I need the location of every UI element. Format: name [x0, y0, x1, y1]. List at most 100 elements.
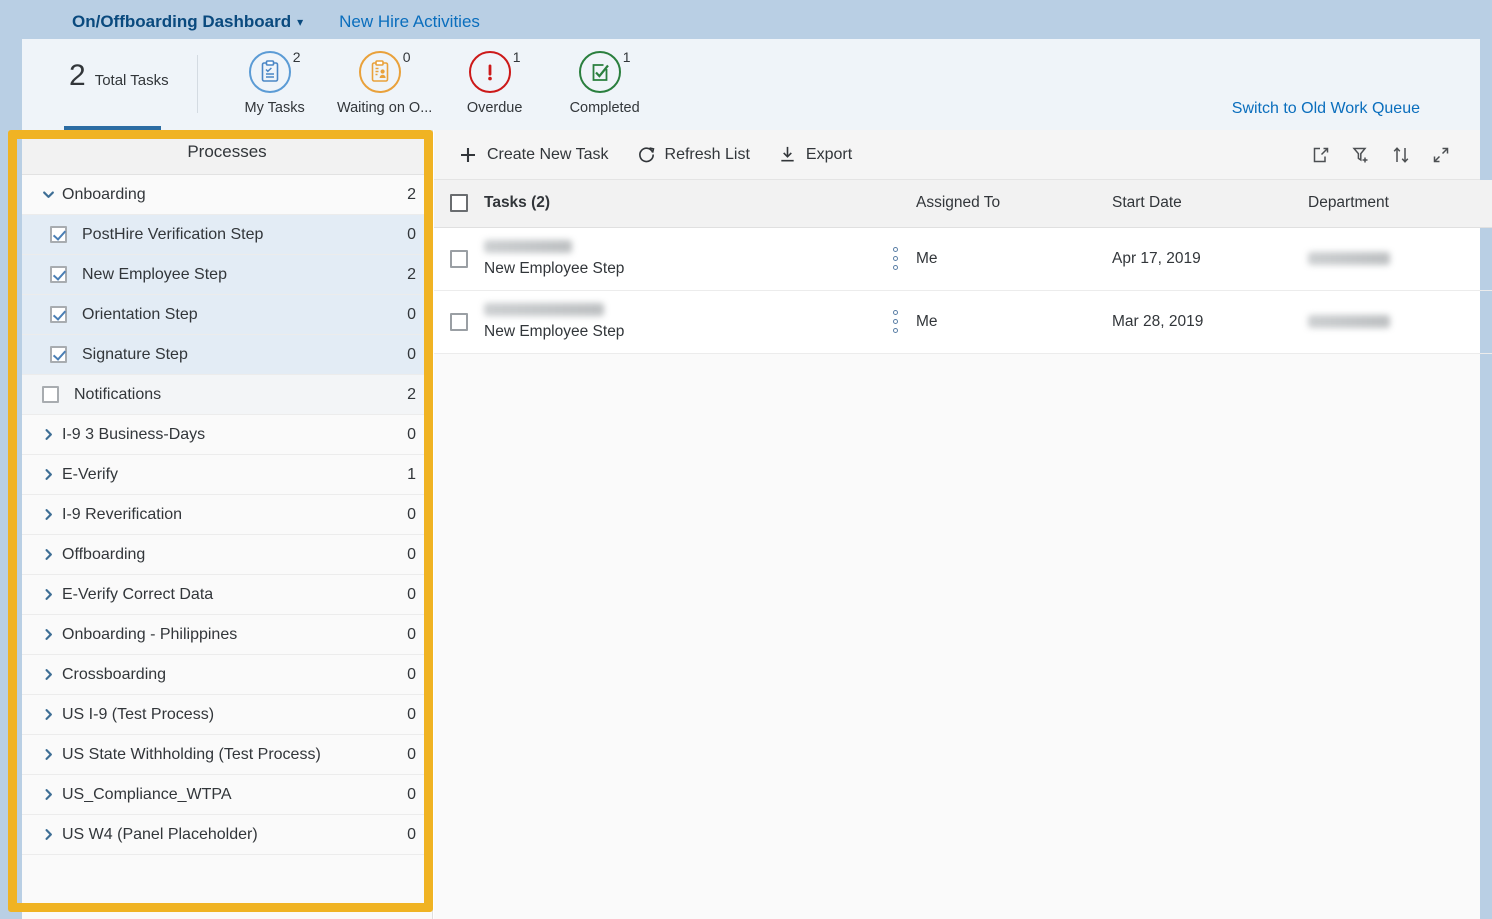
tasks-table-head: Tasks (2) Assigned To Start Date Departm… — [434, 180, 1492, 228]
kpi-overdue[interactable]: 1 Overdue — [440, 39, 550, 116]
row-checkbox[interactable] — [450, 249, 468, 268]
process-label: New Employee Step — [82, 265, 227, 283]
new-hire-activities-link[interactable]: New Hire Activities — [339, 12, 480, 32]
process-checkbox[interactable] — [50, 306, 67, 323]
download-icon — [778, 145, 797, 164]
app-title-menu[interactable]: On/Offboarding Dashboard ▾ — [72, 12, 303, 32]
chevron-right-icon[interactable] — [42, 468, 62, 481]
column-header-start-date[interactable]: Start Date — [1112, 180, 1308, 228]
chevron-right-icon[interactable] — [42, 428, 62, 441]
process-count: 0 — [407, 425, 416, 443]
kpi-completed[interactable]: 1 Completed — [550, 39, 660, 116]
task-cell[interactable]: New Employee Step — [484, 290, 874, 354]
sidebar-scrollbar[interactable] — [426, 130, 432, 919]
process-row-group[interactable]: Offboarding 0 — [22, 535, 432, 575]
process-checkbox[interactable] — [50, 266, 67, 283]
processes-sidebar: Processes Onboarding 2 PostHire Verificati… — [22, 130, 433, 919]
process-count: 2 — [407, 385, 416, 403]
process-row-group[interactable]: Onboarding - Philippines 0 — [22, 615, 432, 655]
process-row-child[interactable]: New Employee Step 2 — [22, 255, 432, 295]
process-row-group[interactable]: E-Verify Correct Data 0 — [22, 575, 432, 615]
row-actions-cell — [874, 227, 916, 291]
clipboard-check-icon — [248, 51, 291, 93]
process-row-child[interactable]: Notifications 2 — [22, 375, 432, 415]
process-count: 2 — [407, 265, 416, 283]
create-new-task-label: Create New Task — [487, 145, 609, 163]
share-icon[interactable] — [1308, 142, 1334, 168]
select-all-checkbox[interactable] — [450, 194, 468, 213]
process-label: I-9 Reverification — [62, 505, 183, 523]
process-row-group[interactable]: E-Verify 1 — [22, 455, 432, 495]
process-label: US I-9 (Test Process) — [62, 705, 215, 723]
process-row-group[interactable]: Onboarding 2 — [22, 175, 432, 215]
column-header-department[interactable]: Department — [1308, 180, 1492, 228]
export-button[interactable]: Export — [764, 138, 866, 172]
column-header-assigned-to[interactable]: Assigned To — [916, 180, 1112, 228]
process-row-group[interactable]: US State Withholding (Test Process) 0 — [22, 735, 432, 775]
switch-to-old-work-queue-link[interactable]: Switch to Old Work Queue — [1232, 4, 1450, 118]
employee-name-redacted — [484, 239, 572, 253]
chevron-right-icon[interactable] — [42, 828, 62, 841]
process-label: Crossboarding — [62, 665, 167, 683]
chevron-down-icon[interactable] — [42, 188, 62, 201]
task-step-label: New Employee Step — [484, 259, 625, 277]
fullscreen-icon[interactable] — [1428, 142, 1454, 168]
process-label: E-Verify — [62, 465, 119, 483]
table-header-row: Tasks (2) Assigned To Start Date Departm… — [434, 180, 1492, 228]
process-count: 0 — [407, 585, 416, 603]
tasks-table: Tasks (2) Assigned To Start Date Departm… — [434, 180, 1492, 354]
process-row-group[interactable]: US_Compliance_WTPA 0 — [22, 775, 432, 815]
kpi-total-tasks[interactable]: 2 Total Tasks — [22, 39, 169, 130]
kpi-header: 2 Total Tasks 2 My Tasks 0 Waiting on O.… — [22, 39, 1480, 130]
create-new-task-button[interactable]: Create New Task — [444, 138, 623, 172]
chevron-down-icon[interactable]: ▾ — [297, 15, 303, 29]
process-row-group[interactable]: I-9 Reverification 0 — [22, 495, 432, 535]
column-header-tasks[interactable]: Tasks (2) — [484, 180, 874, 228]
chevron-right-icon[interactable] — [42, 748, 62, 761]
chevron-right-icon[interactable] — [42, 548, 62, 561]
export-label: Export — [805, 145, 853, 163]
process-row-group[interactable]: US W4 (Panel Placeholder) 0 — [22, 815, 432, 855]
kpi-icon-wrap: 1 — [468, 49, 521, 93]
kpi-waiting-on-others[interactable]: 0 Waiting on O... — [330, 39, 440, 116]
table-row[interactable]: New Employee Step Me Apr 17, 2019 — [434, 227, 1492, 291]
row-actions-cell — [874, 290, 916, 354]
process-checkbox[interactable] — [42, 386, 59, 403]
task-list-panel: Create New Task Refresh List Export Task… — [434, 130, 1492, 919]
chevron-right-icon[interactable] — [42, 588, 62, 601]
employee-name-redacted — [484, 302, 604, 316]
plus-icon — [458, 145, 478, 165]
alert-exclamation-icon — [468, 51, 511, 93]
process-row-child[interactable]: Orientation Step 0 — [22, 295, 432, 335]
process-count: 0 — [407, 705, 416, 723]
task-cell[interactable]: New Employee Step — [484, 227, 874, 291]
page-title: On/Offboarding Dashboard — [72, 12, 292, 31]
refresh-list-button[interactable]: Refresh List — [623, 138, 764, 172]
kpi-count: 0 — [402, 49, 411, 65]
kpi-count: 1 — [512, 49, 521, 65]
process-row-group[interactable]: US I-9 (Test Process) 0 — [22, 695, 432, 735]
process-row-child[interactable]: Signature Step 0 — [22, 335, 432, 375]
overflow-menu-icon[interactable] — [874, 247, 916, 270]
row-checkbox[interactable] — [450, 312, 468, 331]
process-row-group[interactable]: I-9 3 Business-Days 0 — [22, 415, 432, 455]
table-row[interactable]: New Employee StepMeMar 28, 2019US_ — [434, 290, 1492, 354]
filter-add-icon[interactable] — [1348, 142, 1374, 168]
clipboard-person-icon — [358, 51, 401, 93]
process-count: 0 — [407, 225, 416, 243]
process-count: 2 — [407, 185, 416, 203]
chevron-right-icon[interactable] — [42, 668, 62, 681]
overflow-menu-icon[interactable] — [874, 310, 916, 333]
kpi-my-tasks[interactable]: 2 My Tasks — [220, 39, 330, 116]
chevron-right-icon[interactable] — [42, 628, 62, 641]
process-label: E-Verify Correct Data — [62, 585, 214, 603]
process-checkbox[interactable] — [50, 226, 67, 243]
process-row-group[interactable]: Crossboarding 0 — [22, 655, 432, 695]
kpi-icon-wrap: 0 — [358, 49, 411, 93]
chevron-right-icon[interactable] — [42, 788, 62, 801]
sort-icon[interactable] — [1388, 142, 1414, 168]
process-row-child[interactable]: PostHire Verification Step 0 — [22, 215, 432, 255]
chevron-right-icon[interactable] — [42, 708, 62, 721]
process-checkbox[interactable] — [50, 346, 67, 363]
chevron-right-icon[interactable] — [42, 508, 62, 521]
